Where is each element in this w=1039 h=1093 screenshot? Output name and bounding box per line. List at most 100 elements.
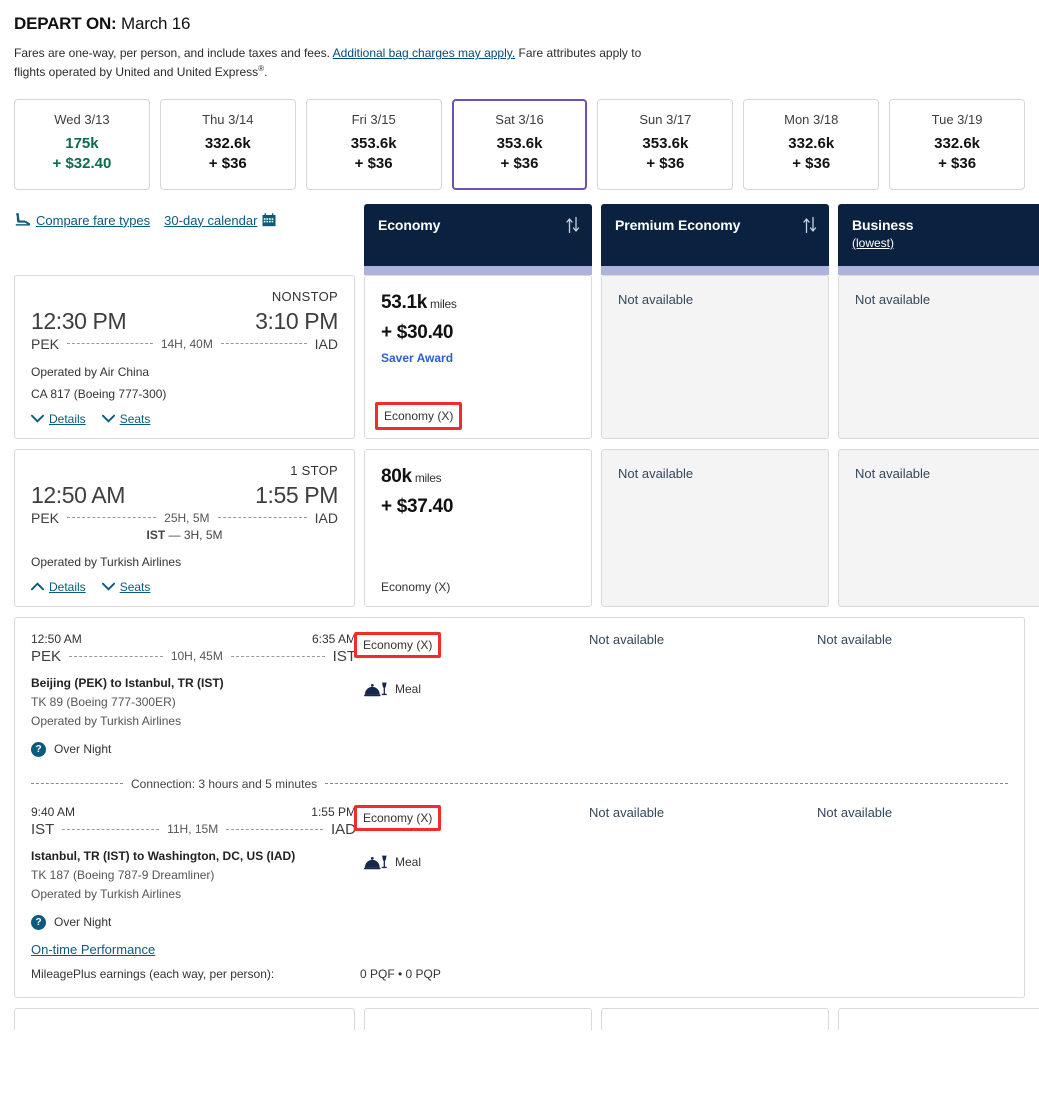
compare-fare-types-link[interactable]: Compare fare types <box>14 212 151 228</box>
date-card-miles: 332.6k <box>204 135 251 153</box>
details-toggle[interactable]: Details <box>31 412 86 426</box>
not-available-text: Not available <box>855 465 931 481</box>
layover-info: IST — 3H, 5M <box>31 528 338 542</box>
date-selector-strip: Wed 3/13 175k + $32.40 Thu 3/14 332.6k + $36 F… <box>10 81 1029 190</box>
leg-destination: IAD <box>330 820 356 838</box>
connection-dash-left <box>31 783 123 785</box>
flight-duration: 25H, 5M <box>164 510 210 525</box>
mileageplus-label: MileagePlus earnings (each way, per pers… <box>31 966 275 981</box>
overnight-indicator: ? Over Night <box>15 732 1024 757</box>
flight-card-links: Details Seats <box>31 412 338 426</box>
fare-cell-unavailable: Not available <box>601 448 829 607</box>
cabin-header-row: Compare fare types 30-day calendar Econo… <box>10 190 1039 275</box>
date-card-cash: + $36 <box>792 155 831 173</box>
fare-cell[interactable]: 53.1k miles + $30.40 Saver Award Economy (X) <box>364 274 592 439</box>
date-card-day: Thu 3/14 <box>202 112 254 128</box>
fare-award-tag: Saver Award <box>381 350 454 365</box>
flight-result-row: NONSTOP 12:30 PM 3:10 PM PEK 14H, 40M IAD Oper… <box>14 274 1039 439</box>
leg-cabin-class: Economy (X) <box>354 804 584 831</box>
leg-duration: 11H, 15M <box>167 822 219 837</box>
flight-results-list: NONSTOP 12:30 PM 3:10 PM PEK 14H, 40M IAD Oper… <box>10 274 1039 998</box>
route-dash-right <box>226 828 323 830</box>
date-card-miles: 332.6k <box>788 135 835 153</box>
cabin-underbar <box>838 265 1039 275</box>
depart-date: March 16 <box>121 14 191 33</box>
not-available-text: Not available <box>817 631 893 647</box>
cabin-column-economy: Economy <box>364 203 592 275</box>
seats-toggle[interactable]: Seats <box>101 580 150 594</box>
cabin-column-business: Business (lowest) <box>838 203 1039 275</box>
date-card-miles: 332.6k <box>934 135 981 153</box>
date-card-wed-3-13[interactable]: Wed 3/13 175k + $32.40 <box>14 99 150 190</box>
compare-fare-types-label: Compare fare types <box>36 212 151 228</box>
date-card-tue-3-19[interactable]: Tue 3/19 332.6k + $36 <box>889 99 1026 190</box>
cabin-title: Economy <box>378 216 441 233</box>
fare-miles: 53.1k miles <box>381 292 575 314</box>
date-card-mon-3-18[interactable]: Mon 3/18 332.6k + $36 <box>743 99 880 190</box>
fare-miles: 80k miles <box>381 466 575 488</box>
not-available-text: Not available <box>855 291 931 307</box>
connection-text: Connection: 3 hours and 5 minutes <box>131 776 318 791</box>
leg-premium-economy-cell: Not available <box>584 632 812 728</box>
leg-summary: 12:50 AM 6:35 AM PEK 10H, 45M IST Beijing (PE… <box>31 632 356 728</box>
fare-disclaimer: Fares are one-way, per person, and inclu… <box>10 34 670 81</box>
cabin-lowest-link[interactable]: (lowest) <box>852 236 894 250</box>
destination-airport: IAD <box>314 335 339 352</box>
fare-class: Economy (X) <box>381 570 575 594</box>
route-dash-left <box>67 517 157 519</box>
fare-cash: + $37.40 <box>381 495 454 517</box>
fare-miles-value: 80k <box>381 465 412 487</box>
fare-note-text-1: Fares are one-way, per person, and inclu… <box>14 46 330 60</box>
help-circle-icon[interactable]: ? <box>31 914 46 930</box>
leg-operated-by: Operated by Turkish Airlines <box>31 886 182 901</box>
date-card-miles: 353.6k <box>496 135 543 153</box>
leg-meal: Meal <box>360 682 584 697</box>
flight-card: 1 STOP 12:50 AM 1:55 PM PEK 25H, 5M IAD IST — … <box>14 448 355 607</box>
date-card-cash: + $36 <box>938 155 977 173</box>
cabin-title: Premium Economy <box>615 216 741 233</box>
sort-icon[interactable] <box>802 216 818 234</box>
chevron-down-icon <box>31 414 44 423</box>
fare-class-label: Economy (X) <box>381 579 451 594</box>
date-card-fri-3-15[interactable]: Fri 3/15 353.6k + $36 <box>305 99 442 190</box>
panel-footer: On-time Performance MileagePlus earnings … <box>15 930 1024 997</box>
date-card-sun-3-17[interactable]: Sun 3/17 353.6k + $36 <box>597 99 734 190</box>
depart-time: 12:50 AM <box>31 481 125 508</box>
fare-cell[interactable]: 80k miles + $37.40 Economy (X) <box>364 448 592 607</box>
fare-cell-unavailable: Not available <box>838 274 1039 439</box>
leg-economy-cell: Economy (X) Meal <box>354 631 584 728</box>
date-card-miles: 353.6k <box>350 135 397 153</box>
date-card-cash: + $36 <box>500 155 539 173</box>
additional-bag-charges-link[interactable]: Additional bag charges may apply. <box>333 46 516 60</box>
date-card-thu-3-14[interactable]: Thu 3/14 332.6k + $36 <box>159 99 296 190</box>
not-available-text: Not available <box>618 291 694 307</box>
flight-card: NONSTOP 12:30 PM 3:10 PM PEK 14H, 40M IAD Oper… <box>14 274 355 439</box>
next-result-row-stub <box>10 998 1039 1030</box>
fare-cash: + $30.40 <box>381 321 454 343</box>
sort-icon[interactable] <box>565 216 581 234</box>
route-dash-left <box>69 655 163 657</box>
details-toggle[interactable]: Details <box>31 580 86 594</box>
leg-arrive-time: 6:35 AM <box>311 631 356 646</box>
utility-links: Compare fare types 30-day calendar <box>14 204 355 228</box>
leg-route: PEK 10H, 45M IST <box>31 648 356 665</box>
cabin-header-1: Premium Economy <box>601 203 829 266</box>
overnight-indicator: ? Over Night <box>15 905 1024 930</box>
cabin-header-2: Business (lowest) <box>838 203 1039 266</box>
leg-meal-label: Meal <box>395 682 422 697</box>
fare-cell-unavailable: Not available <box>601 274 829 439</box>
fare-note-period: . <box>264 64 268 79</box>
date-card-day: Sun 3/17 <box>639 112 692 128</box>
seats-toggle[interactable]: Seats <box>101 412 150 426</box>
origin-airport: PEK <box>31 509 60 526</box>
help-circle-icon[interactable]: ? <box>31 741 46 757</box>
chevron-down-icon <box>101 414 115 423</box>
leg-operated-by: Operated by Turkish Airlines <box>31 713 182 728</box>
date-card-day: Wed 3/13 <box>54 112 110 128</box>
leg-destination: IST <box>332 647 357 665</box>
thirty-day-calendar-link[interactable]: 30-day calendar <box>164 213 276 228</box>
date-card-sat-3-16[interactable]: Sat 3/16 353.6k + $36 <box>451 99 588 190</box>
on-time-performance-link[interactable]: On-time Performance <box>31 942 155 957</box>
layover-duration: — 3H, 5M <box>168 527 223 542</box>
overnight-label: Over Night <box>54 742 112 757</box>
